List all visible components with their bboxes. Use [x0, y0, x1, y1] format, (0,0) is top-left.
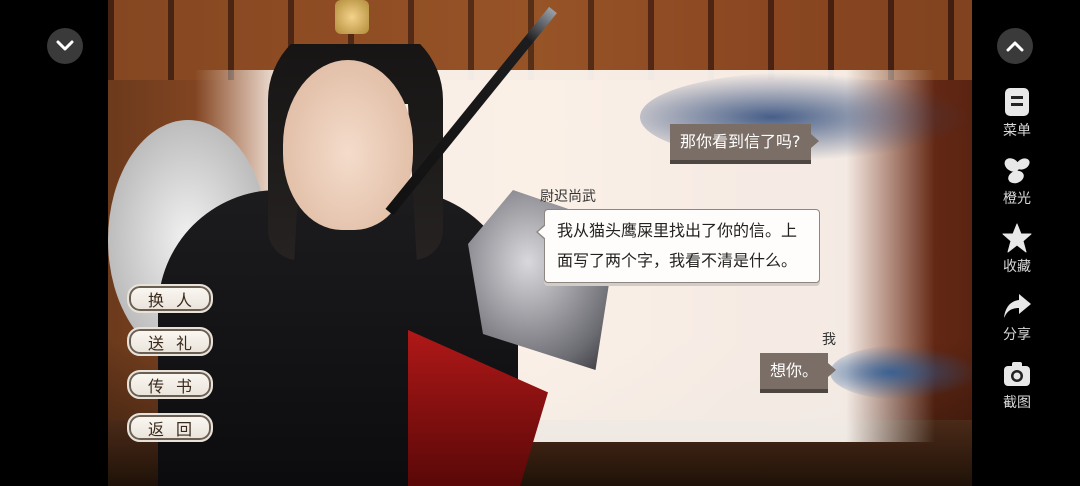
camera-icon: [1004, 362, 1030, 386]
right-side-menu: 菜单 橙光 收藏 分享 截图: [990, 86, 1044, 426]
orange-light-button[interactable]: 橙光: [990, 154, 1044, 222]
chevron-down-icon: [56, 40, 74, 51]
switch-character-button[interactable]: 换人: [127, 284, 213, 313]
left-letterbox: [0, 0, 108, 486]
screenshot-button[interactable]: 截图: [990, 358, 1044, 426]
npc-message: 我从猫头鹰屎里找出了你的信。上面写了两个字，我看不清是什么。: [536, 209, 820, 283]
share-icon: [1004, 294, 1031, 318]
chevron-up-icon: [1006, 41, 1024, 52]
npc-name: 尉迟尚武: [540, 189, 596, 205]
player-message-2: 想你。: [760, 353, 837, 393]
favorite-label: 收藏: [1003, 259, 1031, 275]
left-action-menu: 换人 送礼 传书 返回: [127, 284, 213, 456]
collapse-button[interactable]: [47, 28, 83, 64]
menu-button[interactable]: 菜单: [990, 86, 1044, 154]
back-button[interactable]: 返回: [127, 413, 213, 442]
share-label: 分享: [1003, 327, 1031, 343]
ink-brush-decoration-small: [830, 345, 980, 400]
send-letter-button[interactable]: 传书: [127, 370, 213, 399]
favorite-button[interactable]: 收藏: [990, 222, 1044, 290]
menu-icon: [1005, 88, 1029, 116]
player-message: 那你看到信了吗?: [670, 124, 818, 164]
screenshot-label: 截图: [1003, 395, 1031, 411]
menu-label: 菜单: [1003, 123, 1031, 139]
player-name: 我: [822, 332, 836, 348]
orange-light-icon: [1004, 158, 1030, 184]
hair-crown: [335, 0, 369, 34]
star-icon: [1002, 223, 1032, 253]
orange-light-label: 橙光: [1003, 191, 1031, 207]
share-button[interactable]: 分享: [990, 290, 1044, 358]
expand-button[interactable]: [997, 28, 1033, 64]
send-gift-button[interactable]: 送礼: [127, 327, 213, 356]
